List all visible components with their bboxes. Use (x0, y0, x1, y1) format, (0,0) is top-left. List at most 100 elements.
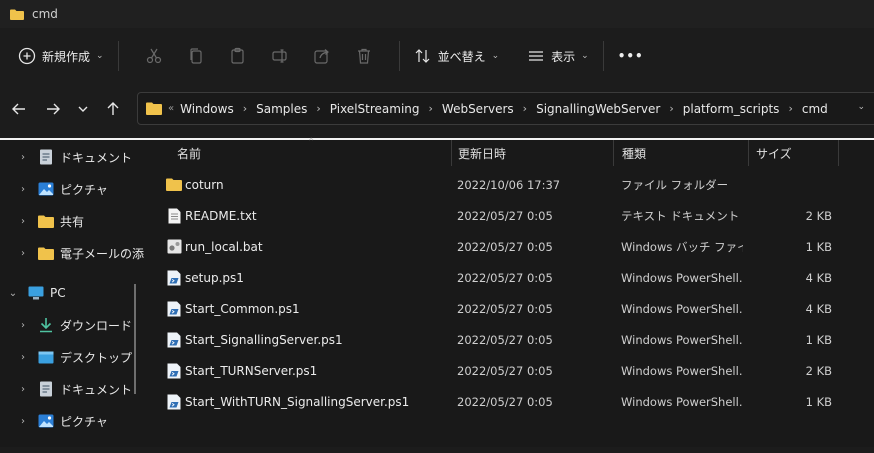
chevron-right-icon[interactable]: › (429, 102, 433, 115)
cut-icon[interactable] (144, 46, 164, 66)
column-header-type[interactable]: 種類 (622, 140, 742, 166)
file-date: 2022/10/06 17:37 (457, 177, 561, 192)
chevron-right-icon[interactable]: › (18, 152, 28, 163)
sidebar-item-email-attachments[interactable]: › 電子メールの添 (0, 241, 145, 265)
file-row-coturn[interactable]: coturn 2022/10/06 17:37 ファイル フォルダー (145, 169, 874, 200)
crumb-platform-scripts[interactable]: platform_scripts (683, 102, 780, 116)
crumb-signallingwebserver[interactable]: SignallingWebServer (536, 102, 660, 116)
chevron-right-icon[interactable]: › (243, 102, 247, 115)
chevron-right-icon[interactable]: › (18, 248, 28, 259)
crumb-windows[interactable]: Windows (180, 102, 234, 116)
address-dropdown-icon[interactable]: ⌄ (857, 102, 865, 112)
file-type: Windows バッチ ファイル (621, 239, 743, 254)
crumb-samples[interactable]: Samples (256, 102, 307, 116)
file-name: Start_TURNServer.ps1 (185, 363, 318, 378)
file-type: Windows PowerShell... (621, 332, 743, 347)
file-name: run_local.bat (185, 239, 263, 254)
overflow-crumbs-icon[interactable]: « (168, 103, 174, 114)
chevron-right-icon[interactable]: › (18, 216, 28, 227)
up-button[interactable] (101, 97, 125, 121)
toolbar-divider (398, 41, 400, 71)
sidebar-item-label: ピクチャ (60, 414, 108, 429)
column-header-label: 名前 (177, 146, 202, 161)
sidebar-item-downloads[interactable]: › ダウンロード (0, 313, 145, 337)
share-icon[interactable] (312, 46, 332, 66)
sort-button[interactable]: 並べ替え ⌄ (414, 47, 500, 65)
new-button[interactable]: 新規作成 ⌄ (18, 47, 104, 65)
folder-icon (10, 9, 24, 20)
pictures-icon (38, 413, 54, 429)
column-header-size[interactable]: サイズ (756, 140, 836, 166)
sidebar-item-pc[interactable]: ⌄ PC (0, 281, 145, 305)
chevron-right-icon[interactable]: › (18, 384, 28, 395)
chevron-right-icon[interactable]: › (669, 102, 673, 115)
download-icon (38, 317, 54, 333)
chevron-right-icon[interactable]: › (18, 184, 28, 195)
chevron-right-icon[interactable]: › (18, 416, 28, 427)
view-button[interactable]: 表示 ⌄ (527, 47, 589, 65)
column-divider[interactable] (613, 140, 614, 166)
delete-icon[interactable] (354, 46, 374, 66)
rename-icon[interactable] (270, 46, 290, 66)
sidebar-item-pictures[interactable]: › ピクチャ (0, 409, 145, 433)
back-button[interactable] (7, 97, 31, 121)
column-divider[interactable] (748, 140, 749, 166)
powershell-file-icon (166, 270, 182, 286)
powershell-file-icon (166, 394, 182, 410)
sidebar-item-shared[interactable]: › 共有 (0, 209, 145, 233)
column-header-label: 更新日時 (458, 146, 507, 161)
file-row-run-local[interactable]: run_local.bat 2022/05/27 0:05 Windows バッ… (145, 231, 874, 262)
batch-file-icon (166, 239, 182, 255)
view-button-label: 表示 (551, 49, 576, 64)
chevron-down-icon[interactable]: ⌄ (8, 288, 18, 299)
forward-button[interactable] (41, 97, 65, 121)
sidebar-item-documents[interactable]: › ドキュメント (0, 377, 145, 401)
chevron-right-icon[interactable]: › (523, 102, 527, 115)
file-size: 4 KB (805, 301, 832, 316)
more-options-button[interactable]: ••• (618, 49, 644, 63)
sidebar-scrollbar[interactable] (134, 284, 136, 394)
file-row-start-signallingserver[interactable]: Start_SignallingServer.ps1 2022/05/27 0:… (145, 324, 874, 355)
column-divider[interactable] (451, 140, 452, 166)
file-list: ⌃ 名前 更新日時 種類 サイズ coturn 2022/10/06 17:37… (145, 137, 874, 453)
file-name: Start_SignallingServer.ps1 (185, 332, 343, 347)
chevron-down-icon: ⌄ (491, 51, 500, 61)
sidebar-item-label: 電子メールの添 (60, 246, 145, 261)
file-row-start-common[interactable]: Start_Common.ps1 2022/05/27 0:05 Windows… (145, 293, 874, 324)
sidebar-item-pictures[interactable]: › ピクチャ (0, 177, 145, 201)
crumb-webservers[interactable]: WebServers (442, 102, 514, 116)
file-type: Windows PowerShell... (621, 363, 743, 378)
chevron-right-icon[interactable]: › (18, 352, 28, 363)
recent-locations-button[interactable] (71, 97, 95, 121)
sidebar-item-documents[interactable]: › ドキュメント (0, 145, 145, 169)
command-bar: 新規作成 ⌄ 並べ替え ⌄ 表示 ⌄ ••• (0, 28, 874, 84)
address-bar[interactable]: « Windows › Samples › PixelStreaming › W… (137, 92, 874, 125)
file-row-setup[interactable]: setup.ps1 2022/05/27 0:05 Windows PowerS… (145, 262, 874, 293)
chevron-right-icon[interactable]: › (18, 320, 28, 331)
new-button-label: 新規作成 (42, 49, 91, 64)
chevron-right-icon[interactable]: › (316, 102, 320, 115)
column-divider[interactable] (838, 140, 839, 166)
sidebar-item-desktop[interactable]: › デスクトップ (0, 345, 145, 369)
crumb-cmd[interactable]: cmd (802, 102, 828, 116)
column-header-date[interactable]: 更新日時 (458, 140, 608, 166)
folder-icon (38, 213, 54, 229)
sidebar-item-label: デスクトップ (60, 350, 133, 365)
paste-icon[interactable] (228, 46, 248, 66)
column-header-name[interactable]: 名前 (177, 140, 453, 166)
file-row-readme[interactable]: README.txt 2022/05/27 0:05 テキスト ドキュメント 2… (145, 200, 874, 231)
toolbar-divider (117, 41, 119, 71)
sidebar-item-label: 共有 (60, 214, 85, 229)
desktop-icon (38, 349, 54, 365)
chevron-down-icon: ⌄ (96, 51, 104, 61)
copy-icon[interactable] (186, 46, 206, 66)
file-row-start-withturn[interactable]: Start_WithTURN_SignallingServer.ps1 2022… (145, 386, 874, 417)
file-row-start-turnserver[interactable]: Start_TURNServer.ps1 2022/05/27 0:05 Win… (145, 355, 874, 386)
file-date: 2022/05/27 0:05 (457, 208, 553, 223)
crumb-pixelstreaming[interactable]: PixelStreaming (330, 102, 420, 116)
powershell-file-icon (166, 332, 182, 348)
sidebar-item-label: ダウンロード (60, 318, 133, 333)
file-size: 1 KB (805, 394, 832, 409)
powershell-file-icon (166, 301, 182, 317)
chevron-right-icon[interactable]: › (788, 102, 792, 115)
